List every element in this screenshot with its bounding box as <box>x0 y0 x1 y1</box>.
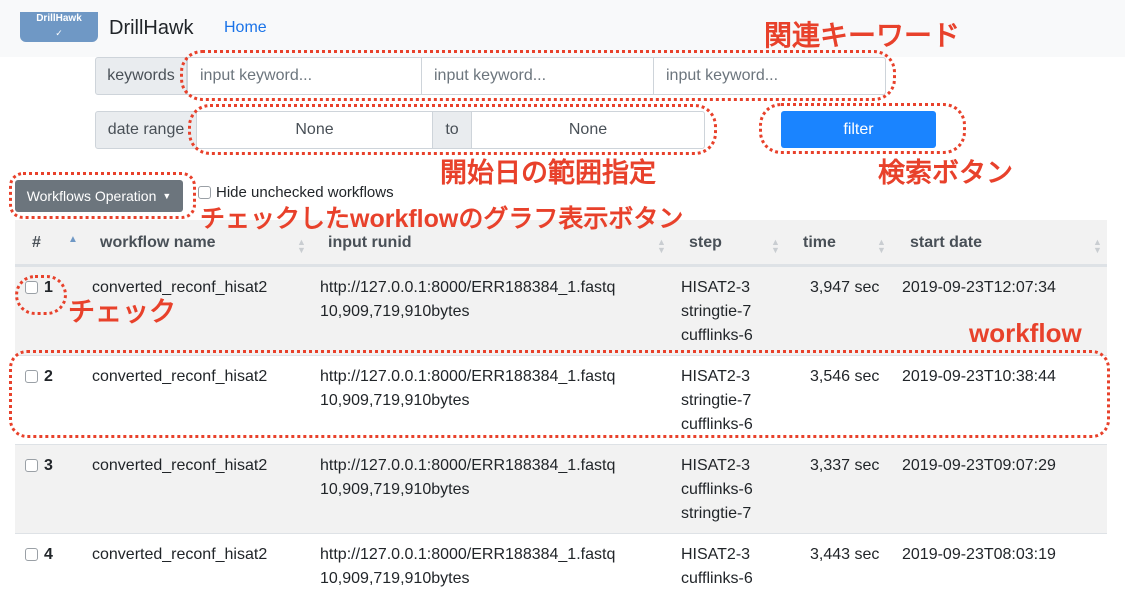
sort-icon[interactable]: ▲ ▼ <box>297 238 306 255</box>
logo-text: DrillHawk <box>36 13 82 24</box>
annotation-date-range: 開始日の範囲指定 <box>440 158 656 188</box>
row-index: 4 <box>44 546 53 563</box>
annotation-graph-button: チェックしたworkflowのグラフ表示ボタン <box>200 205 684 233</box>
input-size: 10,909,719,910bytes <box>320 481 470 498</box>
col-header-index[interactable]: # <box>32 234 41 252</box>
app-logo[interactable]: DrillHawk ✓ <box>20 12 98 42</box>
annotation-ring-filter <box>759 103 966 154</box>
annotation-ring-operations <box>9 172 196 219</box>
input-runid: http://127.0.0.1:8000/ERR188384_1.fastq <box>320 546 616 563</box>
sort-icon[interactable]: ▲ ▼ <box>1093 238 1102 255</box>
input-runid: http://127.0.0.1:8000/ERR188384_1.fastq <box>320 457 616 474</box>
sort-icon[interactable]: ▲ ▼ <box>771 238 780 255</box>
annotation-check: チェック <box>68 297 176 327</box>
step-item: HISAT2-3 <box>681 457 751 474</box>
annotation-ring-workflow <box>9 350 1110 438</box>
nav-home-link[interactable]: Home <box>224 19 267 37</box>
input-size: 10,909,719,910bytes <box>320 570 470 587</box>
date-range-label: date range <box>95 111 197 149</box>
workflow-name: converted_reconf_hisat2 <box>92 457 268 474</box>
step-item: HISAT2-3 <box>681 546 751 563</box>
col-header-workflow-name[interactable]: workflow name <box>100 234 216 252</box>
brand-name[interactable]: DrillHawk <box>109 17 193 40</box>
input-size: 10,909,719,910bytes <box>320 303 470 320</box>
annotation-ring-keywords <box>180 50 896 101</box>
col-header-input-runid[interactable]: input runid <box>328 234 412 252</box>
col-header-step[interactable]: step <box>689 234 722 252</box>
annotation-workflow: workflow <box>969 318 1082 348</box>
annotation-ring-check <box>15 275 67 315</box>
col-header-time[interactable]: time <box>803 234 836 252</box>
step-item: HISAT2-3 <box>681 279 751 296</box>
col-header-start-date[interactable]: start date <box>910 234 982 252</box>
sort-icon[interactable]: ▲ ▼ <box>657 238 666 255</box>
sort-icon[interactable]: ▲ ▼ <box>877 238 886 255</box>
annotation-keywords: 関連キーワード <box>764 20 961 51</box>
workflow-name: converted_reconf_hisat2 <box>92 546 268 563</box>
start-date: 2019-09-23T08:03:19 <box>902 546 1056 563</box>
hawk-icon: ✓ <box>55 28 63 38</box>
input-runid: http://127.0.0.1:8000/ERR188384_1.fastq <box>320 279 616 296</box>
annotation-search-button: 検索ボタン <box>878 158 1013 188</box>
step-item: cufflinks-6 <box>681 570 753 587</box>
run-time: 3,337 sec <box>810 457 880 474</box>
step-item: stringtie-7 <box>681 505 752 522</box>
row-checkbox[interactable] <box>25 459 38 472</box>
run-time: 3,443 sec <box>810 546 880 563</box>
keywords-label: keywords <box>95 57 187 95</box>
step-item: cufflinks-6 <box>681 481 753 498</box>
start-date: 2019-09-23T09:07:29 <box>902 457 1056 474</box>
annotation-ring-date-range <box>188 104 717 155</box>
run-time: 3,947 sec <box>810 279 880 296</box>
row-checkbox[interactable] <box>25 548 38 561</box>
step-item: stringtie-7 <box>681 303 752 320</box>
step-item: cufflinks-6 <box>681 327 753 344</box>
start-date: 2019-09-23T12:07:34 <box>902 279 1056 296</box>
hide-unchecked-checkbox[interactable] <box>198 186 211 199</box>
sort-asc-icon[interactable]: ▲ <box>68 234 78 245</box>
row-index: 3 <box>44 457 53 474</box>
